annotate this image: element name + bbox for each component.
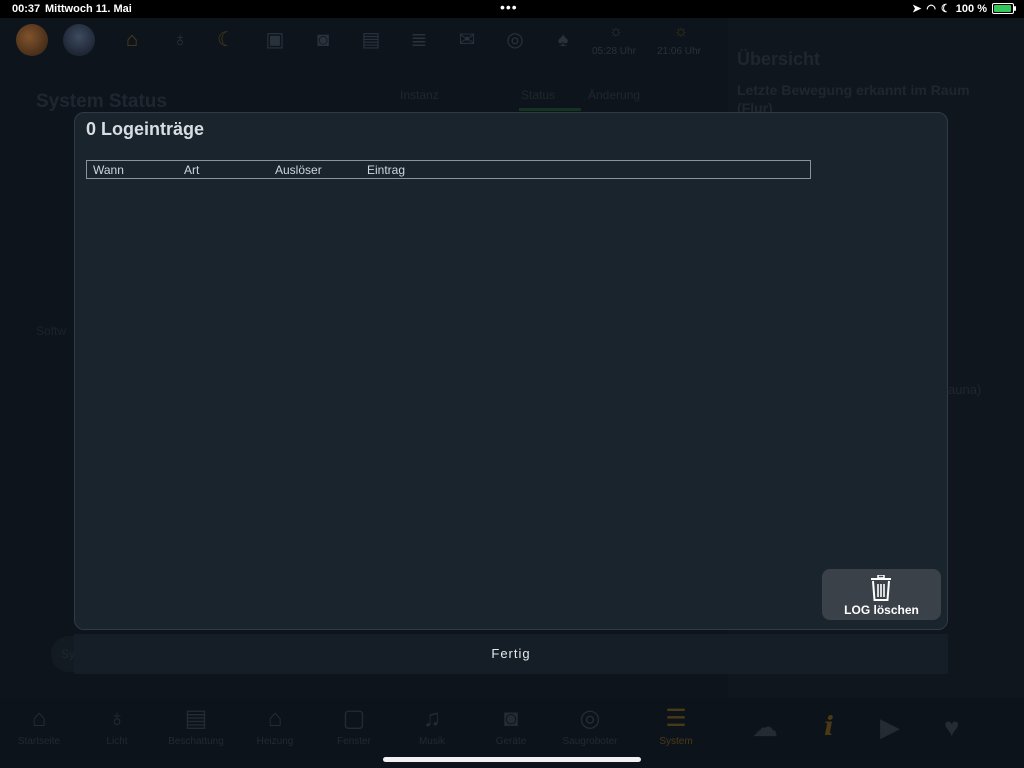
done-button[interactable]: Fertig	[74, 646, 948, 661]
status-date: Mittwoch 11. Mai	[45, 3, 132, 15]
do-not-disturb-icon: ☾	[940, 3, 951, 15]
home-indicator[interactable]	[383, 757, 641, 762]
clear-log-button[interactable]: LOG löschen	[822, 569, 941, 620]
battery-percent: 100 %	[955, 2, 987, 15]
column-header-wann: Wann	[93, 163, 124, 177]
trash-icon	[871, 575, 891, 601]
status-indicators: ➤ ◠ ☾ 100 %	[912, 2, 1016, 15]
status-bar: 00:37 Mittwoch 11. Mai ••• ➤ ◠ ☾ 100 %	[0, 0, 1024, 18]
log-count-title: 0 Logeinträge	[86, 119, 205, 139]
status-time: 00:37	[12, 3, 41, 15]
column-header-ausloeser: Auslöser	[275, 163, 322, 177]
screen: 00:37 Mittwoch 11. Mai ••• ➤ ◠ ☾ 100 % ⌂…	[0, 0, 1024, 768]
clear-log-label: LOG löschen	[844, 603, 919, 617]
log-dialog: 0 Logeinträge Wann Art Auslöser Eintrag …	[74, 112, 948, 630]
multitasking-dots-icon[interactable]: •••	[500, 0, 518, 15]
dialog-footer: Fertig	[74, 634, 948, 674]
battery-icon	[992, 3, 1016, 14]
log-table-header: Wann Art Auslöser Eintrag	[86, 160, 811, 179]
wifi-icon: ◠	[926, 3, 936, 15]
column-header-art: Art	[184, 163, 200, 177]
location-icon: ➤	[912, 3, 922, 15]
column-header-eintrag: Eintrag	[367, 163, 406, 177]
